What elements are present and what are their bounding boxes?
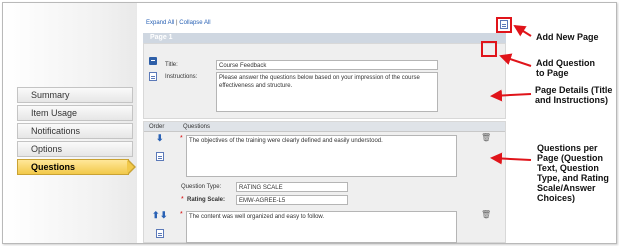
app-frame: Summary Item Usage Notifications Options… [2, 2, 617, 244]
add-page-highlight [496, 17, 512, 33]
question-text-field[interactable]: The objectives of the training were clea… [186, 135, 457, 177]
page-header[interactable]: Page 1 [143, 33, 506, 43]
move-down-icon[interactable]: ⬇ [156, 133, 164, 144]
document-icon [156, 229, 164, 238]
title-field[interactable]: Course Feedback [216, 60, 438, 70]
rating-scale-select[interactable]: EMW-AGREE-L5 [236, 195, 348, 205]
sidebar-item-item-usage[interactable]: Item Usage [17, 105, 133, 121]
required-mark: * [181, 196, 184, 203]
collapse-icon[interactable] [149, 57, 157, 65]
document-icon [156, 152, 164, 161]
sidebar-item-options[interactable]: Options [17, 141, 133, 157]
annotation-questions-per-page: Questions per Page (Question Text, Quest… [537, 143, 609, 203]
trash-icon[interactable]: 🗑 [481, 210, 491, 219]
add-question-highlight [481, 41, 497, 57]
question-type-label: Question Type: [181, 184, 222, 190]
sidebar-item-summary[interactable]: Summary [17, 87, 133, 103]
expand-all-link[interactable]: Expand All [146, 20, 174, 26]
annotation-add-question: Add Question to Page [536, 58, 595, 78]
sidebar-item-questions[interactable]: Questions [17, 159, 136, 175]
sidebar-item-label: Item Usage [31, 108, 78, 118]
title-label: Title: [165, 62, 178, 68]
sidebar-item-label: Options [31, 144, 63, 154]
sidebar-item-notifications[interactable]: Notifications [17, 123, 133, 139]
document-icon [149, 72, 157, 81]
required-mark: * [180, 211, 183, 218]
expand-collapse-links: Expand All | Collapse All [146, 20, 211, 26]
trash-icon[interactable]: 🗑 [481, 133, 491, 142]
annotation-add-new-page: Add New Page [536, 32, 599, 42]
sidebar: Summary Item Usage Notifications Options… [3, 3, 137, 243]
sidebar-item-label: Questions [31, 162, 76, 172]
move-up-icon[interactable]: ⬆ [152, 210, 160, 221]
rating-scale-label: Rating Scale: [187, 197, 226, 203]
annotation-page-details: Page Details (Title and Instructions) [535, 85, 613, 105]
collapse-all-link[interactable]: Collapse All [179, 20, 210, 26]
questions-table: Order Questions ⬇ * The objectives of th… [143, 121, 506, 243]
required-mark: * [180, 135, 183, 142]
page-details-panel: Title: Course Feedback Instructions: Ple… [143, 43, 506, 119]
content-panel: Expand All | Collapse All Page 1 🗑 Title… [139, 3, 511, 243]
col-order-header: Order [149, 124, 165, 130]
move-down-icon[interactable]: ⬇ [160, 210, 168, 221]
question-type-select[interactable]: RATING SCALE [236, 182, 348, 192]
sidebar-item-label: Summary [31, 90, 70, 100]
sidebar-item-label: Notifications [31, 126, 81, 136]
active-tab-arrow-fill [127, 160, 134, 174]
col-questions-header: Questions [183, 124, 211, 130]
instructions-label: Instructions: [165, 74, 198, 80]
question-text-field[interactable]: The content was well organized and easy … [186, 211, 457, 243]
questions-table-header: Order Questions [144, 122, 505, 132]
instructions-field[interactable]: Please answer the questions below based … [216, 72, 438, 112]
